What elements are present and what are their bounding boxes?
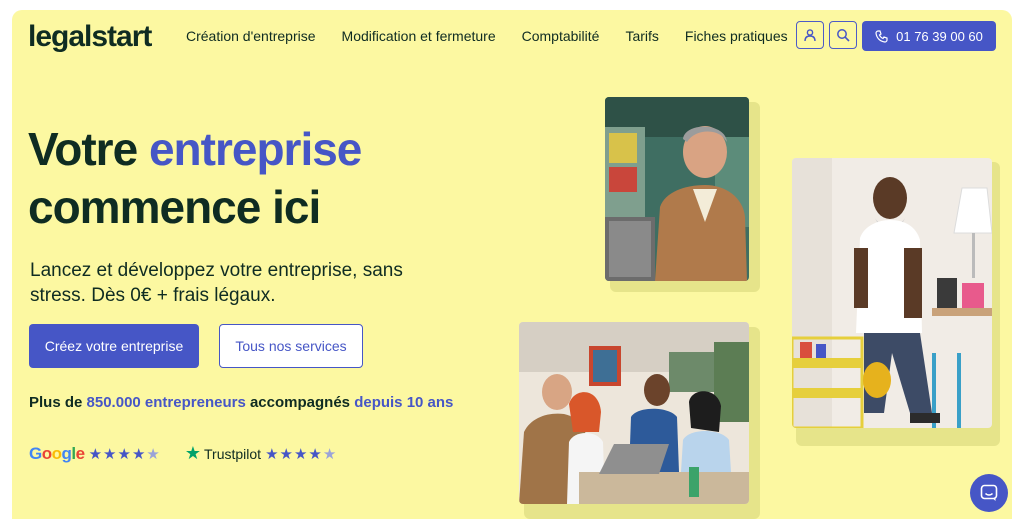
google-stars: ★★★★★ <box>88 445 161 463</box>
trustpilot-star-icon: ★ <box>184 443 201 463</box>
google-logo[interactable]: Google <box>29 444 85 464</box>
chat-button[interactable] <box>970 474 1008 512</box>
logo[interactable]: legalstart <box>28 20 152 54</box>
phone-icon <box>875 29 888 43</box>
nav-comptabilite[interactable]: Comptabilité <box>522 28 600 44</box>
stats-part1: Plus de <box>29 394 83 411</box>
user-icon <box>804 29 816 42</box>
stats-accent1: 850.000 entrepreneurs <box>86 394 246 411</box>
create-company-button[interactable]: Créez votre entreprise <box>29 324 199 368</box>
photo-man-laptop <box>605 97 749 281</box>
search-icon <box>837 29 850 42</box>
chat-icon <box>980 484 998 501</box>
main-nav: Création d'entreprise Modification et fe… <box>186 28 814 44</box>
all-services-button[interactable]: Tous nos services <box>219 324 363 368</box>
stats-accent2: depuis 10 ans <box>354 394 454 411</box>
hero-title-part1: Votre <box>28 123 138 175</box>
hero-subtitle: Lancez et développez votre entreprise, s… <box>30 260 403 306</box>
nav-fiches[interactable]: Fiches pratiques <box>685 28 788 44</box>
ratings-row: Google ★★★★★ ★ Trustpilot ★★★★★ <box>29 443 337 464</box>
nav-tarifs[interactable]: Tarifs <box>625 28 658 44</box>
stats-part2: accompagnés <box>249 394 351 411</box>
nav-modification[interactable]: Modification et fermeture <box>342 28 496 44</box>
hero-title-part2: commence ici <box>28 181 321 233</box>
trustpilot-rating[interactable]: ★ Trustpilot ★★★★★ <box>185 443 337 464</box>
phone-button[interactable]: 01 76 39 00 60 <box>862 21 996 51</box>
hero-title: Votre entreprise commence ici <box>28 120 362 236</box>
account-button[interactable] <box>796 21 824 49</box>
stats-text: Plus de 850.000 entrepreneurs accompagné… <box>29 391 459 414</box>
search-button[interactable] <box>829 21 857 49</box>
page-frame: legalstart Création d'entreprise Modific… <box>12 10 1012 519</box>
nav-creation[interactable]: Création d'entreprise <box>186 28 316 44</box>
hero-title-accent: entreprise <box>148 123 362 175</box>
trustpilot-stars: ★★★★★ <box>265 445 338 463</box>
photo-man-standing <box>792 158 992 428</box>
photo-team <box>519 322 749 504</box>
trustpilot-label: Trustpilot <box>204 445 262 462</box>
phone-number: 01 76 39 00 60 <box>896 28 983 44</box>
